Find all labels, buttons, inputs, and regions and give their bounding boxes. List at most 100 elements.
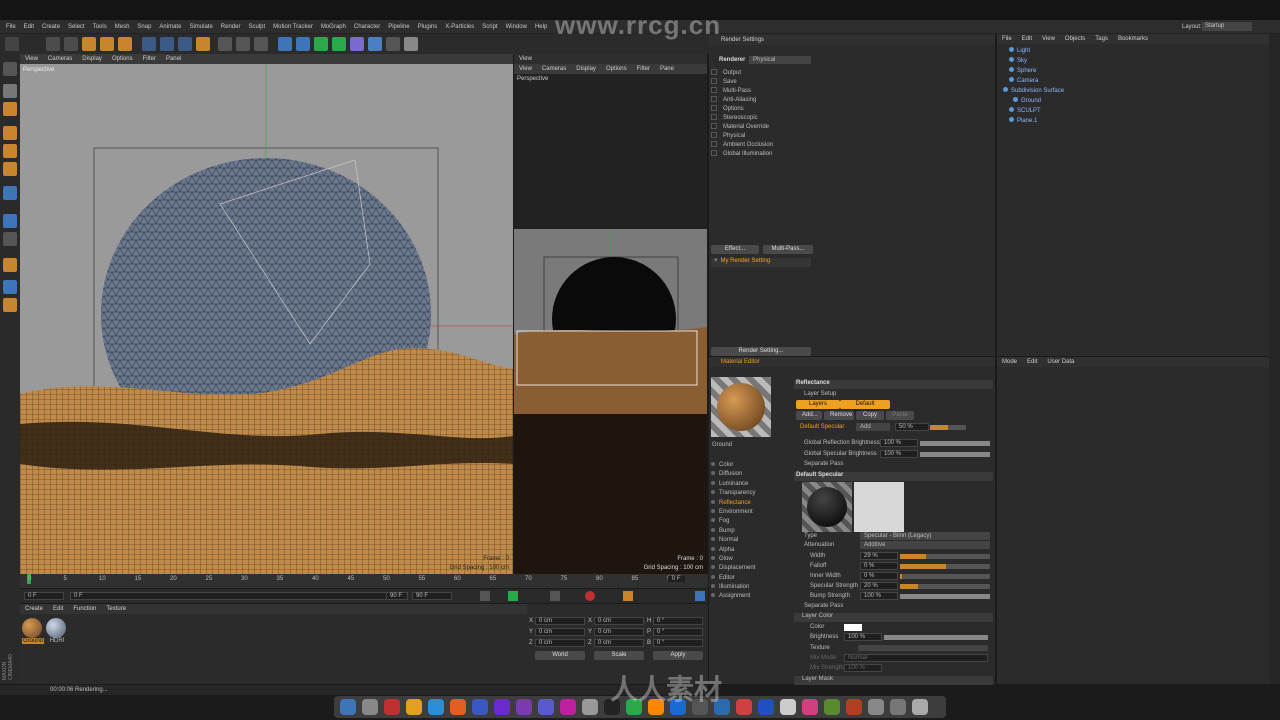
dock-app-icon[interactable] <box>406 699 422 715</box>
material-channel-item[interactable]: Bump <box>711 527 787 536</box>
material-channel-item[interactable]: Color <box>711 461 787 470</box>
viewport-perspective[interactable]: View Cameras Display Options Filter Panel Per… <box>20 54 513 574</box>
floor-icon[interactable] <box>368 37 382 51</box>
render-setting-button[interactable]: Render Setting... <box>711 347 811 356</box>
material-menu-create[interactable]: Create <box>20 606 48 612</box>
render-settings-item[interactable]: Output <box>711 69 811 78</box>
viewport-render[interactable]: View View Cameras Display Options Filter Pane… <box>514 54 707 574</box>
attenuation-select[interactable]: Additive <box>860 541 990 549</box>
dock-app-icon[interactable] <box>890 699 906 715</box>
checkbox-icon[interactable] <box>711 96 717 103</box>
menu-window[interactable]: Window <box>502 20 531 34</box>
make-editable-icon[interactable] <box>3 62 17 76</box>
object-menu-view[interactable]: View <box>1037 36 1060 42</box>
color-swatch[interactable] <box>844 624 862 631</box>
bump-strength-slider[interactable] <box>900 594 990 599</box>
object-list-item[interactable]: Plane.1 <box>1001 116 1261 126</box>
dock-app-icon[interactable] <box>824 699 840 715</box>
select-icon[interactable] <box>46 37 60 51</box>
material-ground[interactable]: Ground <box>22 618 44 648</box>
size-z-field[interactable]: 0 cm <box>594 639 644 647</box>
object-menu-tags[interactable]: Tags <box>1090 36 1113 42</box>
preview-start-field[interactable]: 0 F <box>70 592 400 600</box>
inner-width-slider[interactable] <box>900 574 990 579</box>
remove-layer-button[interactable]: Remove <box>824 411 854 420</box>
material-channel-item[interactable]: Glow <box>711 555 787 564</box>
timeline-icon[interactable] <box>695 591 705 601</box>
menu-script[interactable]: Script <box>478 20 501 34</box>
material-channel-item[interactable]: Illumination <box>711 583 787 592</box>
checkbox-icon[interactable] <box>711 141 717 148</box>
inner-width-field[interactable]: 0 % <box>860 572 898 580</box>
play-icon[interactable] <box>508 591 518 601</box>
dock-app-icon[interactable] <box>362 699 378 715</box>
layer-row[interactable]: Default Specular Add 50 % <box>800 423 990 432</box>
cube-icon[interactable] <box>278 37 292 51</box>
viewport2-menu-pane[interactable]: Pane <box>655 66 679 72</box>
material-channel-item[interactable]: Normal <box>711 536 787 545</box>
bump-strength-field[interactable]: 100 % <box>860 592 898 600</box>
render-settings-item[interactable]: Anti-Aliasing <box>711 96 811 105</box>
record-icon[interactable] <box>585 591 595 601</box>
checkbox-icon[interactable] <box>711 132 717 139</box>
grid-icon[interactable] <box>3 280 17 294</box>
material-channel-item[interactable]: Editor <box>711 574 787 583</box>
dock-app-icon[interactable] <box>516 699 532 715</box>
layer-opacity-field[interactable]: 50 % <box>895 423 929 431</box>
falloff-field[interactable]: 0 % <box>860 562 898 570</box>
mix-mode-select[interactable]: Normal <box>844 654 988 662</box>
global-specular-slider[interactable] <box>920 452 990 457</box>
render-settings-item[interactable]: Material Override <box>711 123 811 132</box>
menu-mograph[interactable]: MoGraph <box>317 20 350 34</box>
attribute-menu-edit[interactable]: Edit <box>1022 359 1042 365</box>
menu-create[interactable]: Create <box>38 20 64 34</box>
render-settings-item[interactable]: Multi-Pass <box>711 87 811 96</box>
global-specular-field[interactable]: 100 % <box>880 450 918 458</box>
object-list-item[interactable]: Ground <box>1001 96 1261 106</box>
object-menu-objects[interactable]: Objects <box>1060 36 1090 42</box>
checkbox-icon[interactable] <box>711 123 717 130</box>
dock-app-icon[interactable] <box>868 699 884 715</box>
render-settings-item[interactable]: Global Illumination <box>711 150 811 159</box>
dock-app-icon[interactable] <box>494 699 510 715</box>
layout-select[interactable]: Startup <box>1202 22 1252 31</box>
coord-y-field[interactable]: 0 cm <box>535 628 585 636</box>
preview-end-field[interactable]: 90 F <box>386 592 408 600</box>
menu-render[interactable]: Render <box>217 20 245 34</box>
dock-app-icon[interactable] <box>802 699 818 715</box>
global-reflection-slider[interactable] <box>920 441 990 446</box>
menu-motion-tracker[interactable]: Motion Tracker <box>269 20 317 34</box>
subdiv-icon[interactable] <box>314 37 328 51</box>
menu-mesh[interactable]: Mesh <box>111 20 134 34</box>
goto-end-icon[interactable] <box>550 591 560 601</box>
width-field[interactable]: 29 % <box>860 552 898 560</box>
rot-b-field[interactable]: 0 ° <box>653 639 703 647</box>
checkbox-icon[interactable] <box>711 87 717 94</box>
start-frame-field[interactable]: 0 F <box>24 592 64 600</box>
timeline[interactable]: 051015202530354045505560657075808590 0 F <box>20 574 708 588</box>
viewport1-menu-display[interactable]: Display <box>77 56 107 62</box>
dock-app-icon[interactable] <box>450 699 466 715</box>
menu-file[interactable]: File <box>2 20 20 34</box>
menu-animate[interactable]: Animate <box>155 20 185 34</box>
axis-z-icon[interactable] <box>178 37 192 51</box>
render-preset[interactable]: × My Render Setting <box>711 258 811 267</box>
light-icon[interactable] <box>404 37 418 51</box>
viewport2-menu-options[interactable]: Options <box>601 66 632 72</box>
specular-strength-field[interactable]: 20 % <box>860 582 898 590</box>
tab-default-specular[interactable]: Default Specular <box>840 400 890 416</box>
render-settings-item[interactable]: Save <box>711 78 811 87</box>
goto-start-icon[interactable] <box>480 591 490 601</box>
deformer-icon[interactable] <box>350 37 364 51</box>
checkbox-icon[interactable] <box>711 105 717 112</box>
keyframe-icon[interactable] <box>623 591 633 601</box>
dock-app-icon[interactable] <box>340 699 356 715</box>
specular-strength-slider[interactable] <box>900 584 990 589</box>
checkbox-icon[interactable] <box>711 78 717 85</box>
undo-icon[interactable] <box>5 37 19 51</box>
recent-icon[interactable] <box>118 37 132 51</box>
viewport2-menu-display[interactable]: Display <box>571 66 601 72</box>
material-menu-texture[interactable]: Texture <box>101 606 131 612</box>
checkbox-icon[interactable] <box>711 69 717 76</box>
rot-h-field[interactable]: 0 ° <box>653 617 703 625</box>
